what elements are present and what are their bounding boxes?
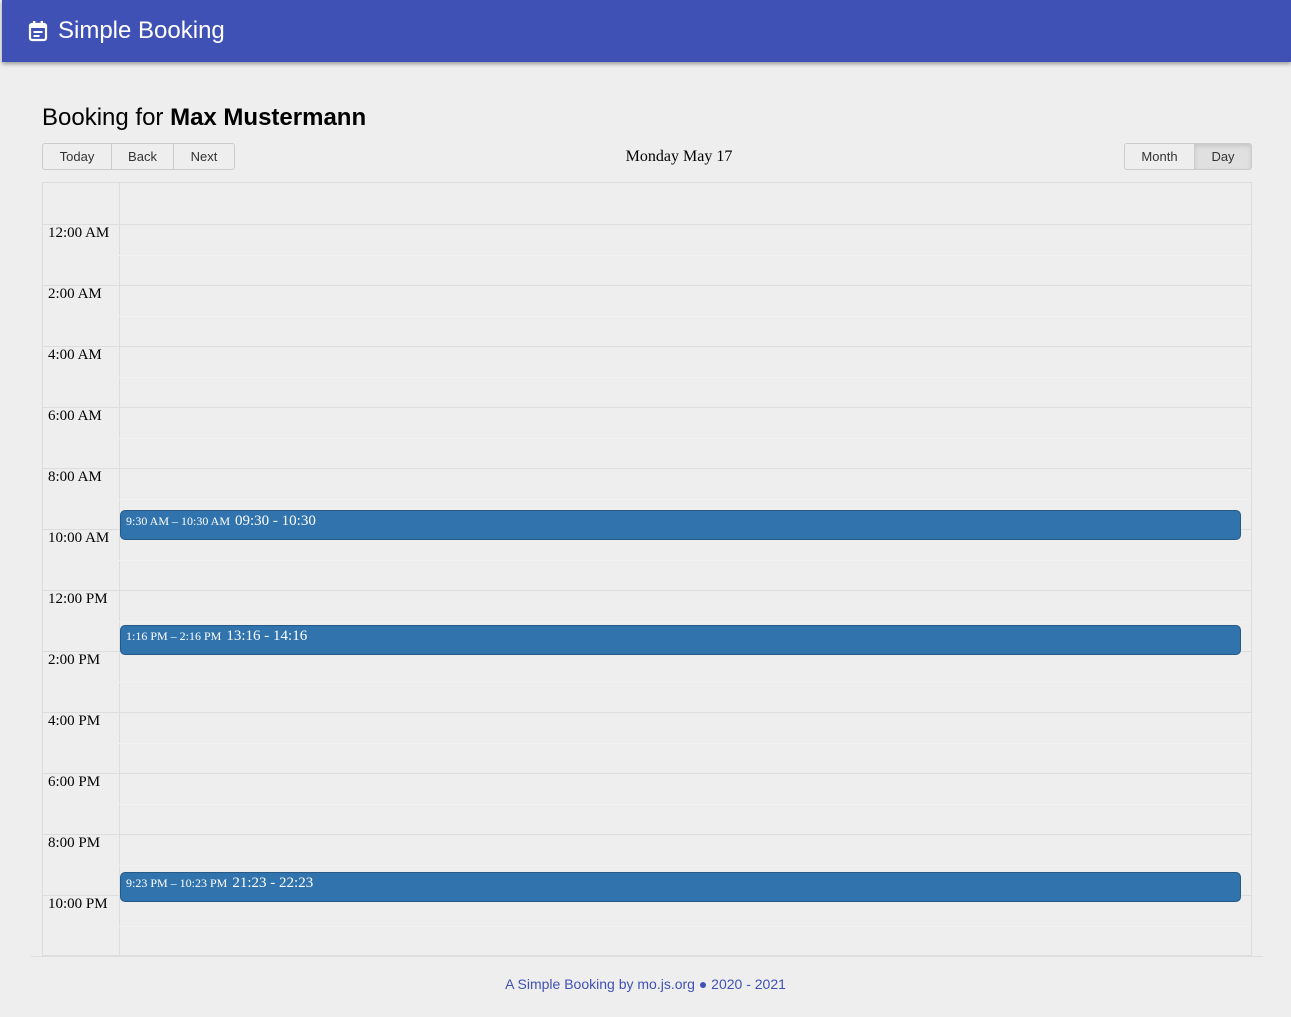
app-bar: Simple Booking [2, 0, 1291, 62]
time-label: 10:00 AM [48, 530, 110, 546]
view-switcher: Month Day [1124, 143, 1252, 170]
event-time: 9:23 PM – 10:23 PM [126, 876, 228, 891]
calendar-event[interactable]: 9:30 AM – 10:30 AM 09:30 - 10:30 [120, 509, 1241, 540]
app-title: Simple Booking [58, 17, 225, 44]
navigation-buttons: Today Back Next [42, 143, 235, 170]
time-slot-line [119, 742, 1251, 744]
event-title: 21:23 - 22:23 [232, 875, 314, 892]
next-button[interactable]: Next [173, 143, 235, 170]
all-day-row[interactable] [43, 183, 1251, 225]
today-button[interactable]: Today [42, 143, 112, 170]
page-title: Booking for Max Mustermann [42, 104, 366, 132]
time-group-line [43, 834, 1251, 835]
heading-prefix: Booking for [42, 104, 164, 131]
time-label: 10:00 PM [48, 896, 108, 912]
time-label: 8:00 AM [48, 469, 102, 485]
time-group-line [43, 285, 1251, 286]
time-slot-line [119, 437, 1251, 439]
time-label: 6:00 PM [48, 774, 101, 790]
month-view-button[interactable]: Month [1124, 143, 1195, 170]
time-slot-line [119, 254, 1251, 256]
time-label: 2:00 PM [48, 652, 101, 668]
time-label: 12:00 AM [48, 225, 110, 241]
time-slot-line [119, 498, 1251, 500]
time-label: 12:00 PM [48, 591, 108, 607]
time-gutter-divider [119, 183, 120, 955]
time-group-line [43, 407, 1251, 408]
event-time: 9:30 AM – 10:30 AM [126, 513, 231, 528]
time-slot-line [119, 315, 1251, 317]
time-label: 6:00 AM [48, 408, 102, 424]
footer-text: A Simple Booking by mo.js.org ● 2020 - 2… [505, 976, 786, 992]
time-group-line [43, 468, 1251, 469]
calendar-icon [28, 20, 48, 42]
calendar-event[interactable]: 9:23 PM – 10:23 PM 21:23 - 22:23 [120, 872, 1241, 903]
time-label: 8:00 PM [48, 835, 101, 851]
time-group-line [43, 590, 1251, 591]
time-slot-line [119, 681, 1251, 683]
time-group-line [43, 224, 1251, 225]
time-group-line [43, 773, 1251, 774]
time-slot-line [119, 925, 1251, 927]
time-label: 4:00 AM [48, 347, 102, 363]
time-label: 4:00 PM [48, 713, 101, 729]
back-button[interactable]: Back [111, 143, 174, 170]
time-slot-line [119, 376, 1251, 378]
current-date-label: Monday May 17 [625, 148, 733, 165]
time-label: 2:00 AM [48, 286, 102, 302]
event-time: 1:16 PM – 2:16 PM [126, 628, 222, 643]
time-slot-line [119, 620, 1251, 622]
day-calendar: 12:00 AM 2:00 AM 4:00 AM 6:00 AM 8:00 AM 10:0… [42, 182, 1252, 956]
day-view-button[interactable]: Day [1194, 143, 1252, 170]
time-slot-line [119, 803, 1251, 805]
user-name: Max Mustermann [170, 104, 367, 131]
time-slot-line [119, 559, 1251, 561]
event-title: 13:16 - 14:16 [226, 627, 308, 644]
time-group-line [43, 346, 1251, 347]
footer-divider [31, 956, 1263, 957]
time-group-line [43, 712, 1251, 713]
event-title: 09:30 - 10:30 [235, 512, 316, 529]
calendar-event[interactable]: 1:16 PM – 2:16 PM 13:16 - 14:16 [120, 624, 1241, 655]
time-slot-line [119, 864, 1251, 866]
